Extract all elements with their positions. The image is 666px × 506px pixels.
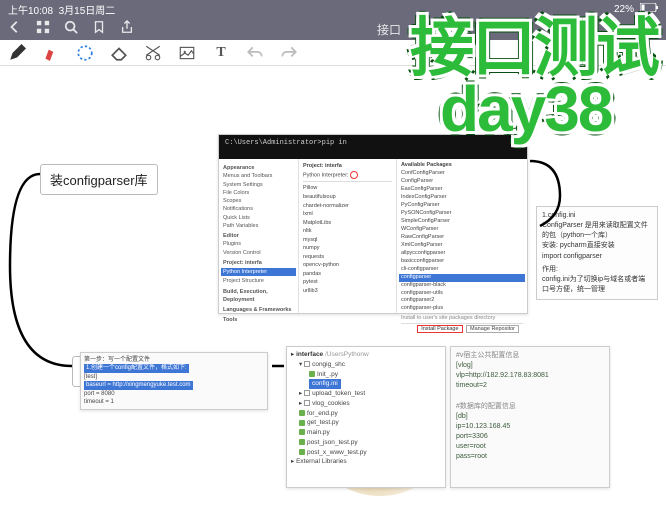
overlay-title: 接口测试 day38	[410, 18, 658, 140]
cut-icon[interactable]	[144, 44, 162, 62]
bookmark-icon[interactable]	[92, 20, 106, 39]
search-icon[interactable]	[64, 20, 78, 39]
grid-icon[interactable]	[36, 20, 50, 39]
undo-icon[interactable]	[246, 44, 264, 62]
redo-icon[interactable]	[280, 44, 298, 62]
pencil-icon[interactable]	[8, 44, 26, 62]
highlighter-icon[interactable]	[42, 44, 60, 62]
mindmap-canvas[interactable]: 接口测试 day38 装configparser库 创建一个config.ini…	[0, 66, 666, 500]
text-icon[interactable]: T	[212, 44, 230, 62]
status-date: 3月15日周二	[59, 6, 116, 17]
eraser-icon[interactable]	[110, 44, 128, 62]
back-icon[interactable]	[8, 20, 22, 39]
selection-icon[interactable]	[76, 44, 94, 62]
share-icon[interactable]	[120, 20, 134, 39]
image-icon[interactable]	[178, 44, 196, 62]
status-time: 上午10:08	[8, 6, 53, 17]
